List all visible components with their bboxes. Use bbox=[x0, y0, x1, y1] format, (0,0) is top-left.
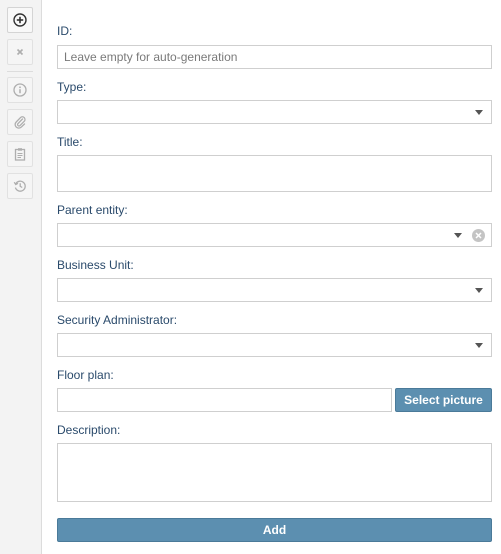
info-button[interactable] bbox=[7, 77, 33, 103]
security-administrator-select[interactable] bbox=[57, 333, 492, 357]
chevron-down-icon bbox=[475, 110, 483, 115]
description-label: Description: bbox=[57, 423, 121, 437]
id-field[interactable] bbox=[57, 45, 492, 69]
id-label: ID: bbox=[57, 24, 73, 38]
chevron-down-icon bbox=[475, 343, 483, 348]
add-button[interactable]: Add bbox=[57, 518, 492, 542]
chevron-down-icon bbox=[475, 288, 483, 293]
history-icon bbox=[13, 180, 26, 192]
chevron-down-icon bbox=[454, 233, 462, 238]
plus-circle-icon bbox=[13, 13, 27, 27]
clipboard-button[interactable] bbox=[7, 141, 33, 167]
type-select[interactable] bbox=[57, 100, 492, 124]
description-textarea[interactable] bbox=[58, 444, 491, 501]
title-field[interactable] bbox=[57, 155, 492, 192]
clear-icon[interactable] bbox=[472, 229, 485, 242]
info-icon bbox=[13, 83, 27, 97]
business-unit-select[interactable] bbox=[57, 278, 492, 302]
type-label: Type: bbox=[57, 80, 87, 94]
floor-plan-field[interactable] bbox=[57, 388, 392, 412]
side-toolbar bbox=[0, 0, 42, 554]
title-input[interactable] bbox=[58, 156, 491, 191]
floor-plan-label: Floor plan: bbox=[57, 368, 114, 382]
select-picture-button[interactable]: Select picture bbox=[395, 388, 492, 412]
id-input[interactable] bbox=[58, 46, 491, 68]
parent-entity-select[interactable] bbox=[57, 223, 492, 247]
title-label: Title: bbox=[57, 135, 83, 149]
history-button[interactable] bbox=[7, 173, 33, 199]
business-unit-label: Business Unit: bbox=[57, 258, 134, 272]
security-administrator-label: Security Administrator: bbox=[57, 313, 178, 327]
toolbar-divider bbox=[7, 71, 33, 72]
paperclip-icon bbox=[14, 116, 26, 129]
add-record-button[interactable] bbox=[7, 7, 33, 33]
clipboard-icon bbox=[14, 148, 26, 161]
close-icon bbox=[16, 48, 24, 56]
description-field[interactable] bbox=[57, 443, 492, 502]
close-button[interactable] bbox=[7, 39, 33, 65]
attachments-button[interactable] bbox=[7, 109, 33, 135]
floor-plan-input[interactable] bbox=[58, 389, 391, 411]
parent-entity-label: Parent entity: bbox=[57, 203, 128, 217]
